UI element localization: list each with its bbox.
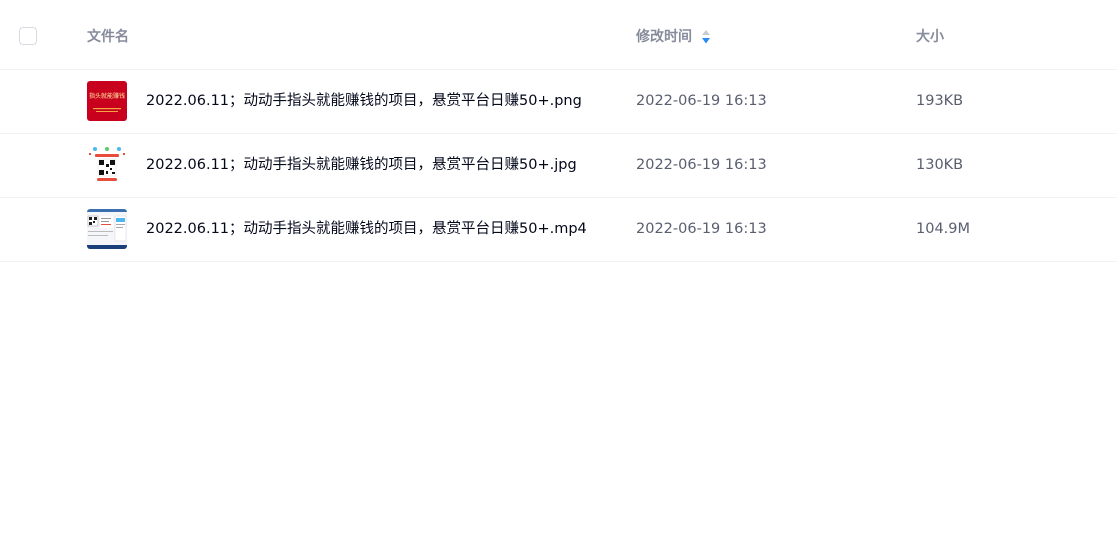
table-row[interactable]: 2022.06.11；动动手指头就能赚钱的项目，悬赏平台日赚50+.jpg 20… (0, 134, 1117, 198)
table-header: 文件名 修改时间 大小 (0, 0, 1117, 70)
file-size: 193KB (916, 93, 964, 109)
column-header-modified[interactable]: 修改时间 (636, 28, 711, 46)
file-list-table: 文件名 修改时间 大小 指头就能赚钱 2022.06.11；动动手指头就能赚钱的… (0, 0, 1117, 262)
file-name[interactable]: 2022.06.11；动动手指头就能赚钱的项目，悬赏平台日赚50+.png (146, 92, 582, 110)
file-modified-time: 2022-06-19 16:13 (636, 157, 767, 173)
column-header-modified-label: 修改时间 (636, 29, 692, 45)
table-row[interactable]: 2022.06.11；动动手指头就能赚钱的项目，悬赏平台日赚50+.mp4 20… (0, 198, 1117, 262)
video-thumbnail[interactable] (87, 209, 127, 249)
image-thumbnail[interactable] (87, 145, 127, 185)
thumbnail-caption: 指头就能赚钱 (89, 92, 125, 100)
file-size: 130KB (916, 157, 964, 173)
column-header-size[interactable]: 大小 (916, 28, 944, 46)
file-modified-time: 2022-06-19 16:13 (636, 221, 767, 237)
file-name[interactable]: 2022.06.11；动动手指头就能赚钱的项目，悬赏平台日赚50+.jpg (146, 156, 577, 174)
table-row[interactable]: 指头就能赚钱 2022.06.11；动动手指头就能赚钱的项目，悬赏平台日赚50+… (0, 70, 1117, 134)
image-thumbnail[interactable]: 指头就能赚钱 (87, 81, 127, 121)
select-all-checkbox[interactable] (19, 27, 37, 45)
sort-icon[interactable] (701, 29, 711, 45)
file-name[interactable]: 2022.06.11；动动手指头就能赚钱的项目，悬赏平台日赚50+.mp4 (146, 220, 587, 238)
file-modified-time: 2022-06-19 16:13 (636, 93, 767, 109)
column-header-name[interactable]: 文件名 (87, 28, 129, 46)
file-size: 104.9M (916, 221, 971, 237)
